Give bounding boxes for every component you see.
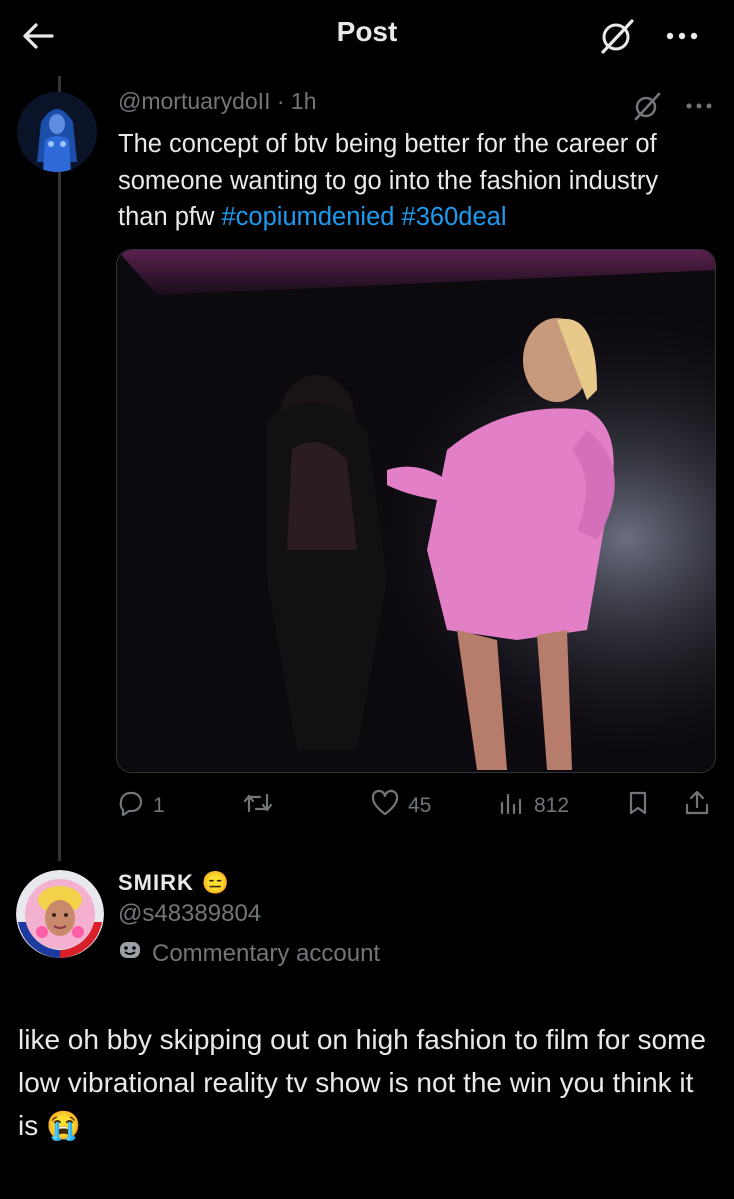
reply-button[interactable]: 1 — [117, 786, 165, 826]
post-text: The concept of btv being better for the … — [118, 126, 708, 236]
post-handle[interactable]: @mortuarydoII — [118, 88, 270, 114]
hashtag-link[interactable]: #360deal — [402, 203, 507, 231]
like-count: 45 — [408, 794, 432, 817]
post-time: 1h — [290, 88, 317, 114]
post-handle-time: @mortuarydoII · 1h — [118, 88, 317, 114]
account-label: Commentary account — [118, 938, 380, 969]
share-icon — [682, 788, 712, 824]
reply-count: 1 — [153, 794, 165, 817]
neutral-face-emoji: 😑 — [201, 870, 231, 895]
grok-icon[interactable] — [631, 90, 663, 122]
post-media-image[interactable] — [116, 249, 716, 773]
more-options-icon[interactable] — [682, 90, 716, 122]
views-icon — [498, 789, 526, 823]
repost-button[interactable] — [242, 786, 282, 826]
display-name[interactable]: SMIRK — [118, 870, 194, 896]
theater-masks-icon — [118, 938, 142, 969]
caption-text-plain: like oh bby skipping out on high fashion… — [18, 1024, 706, 1141]
bookmark-button[interactable] — [624, 786, 652, 826]
grok-icon[interactable] — [597, 16, 637, 56]
account-label-text: Commentary account — [152, 939, 381, 967]
views-count: 812 — [534, 794, 570, 817]
reply-icon — [117, 789, 145, 823]
display-name-row: SMIRK 😑 — [118, 870, 230, 896]
bookmark-icon — [624, 789, 652, 823]
avatar[interactable] — [17, 92, 97, 172]
views-button[interactable]: 812 — [498, 786, 569, 826]
crying-face-emoji: 😭 — [46, 1110, 81, 1141]
caption-text: like oh bby skipping out on high fashion… — [18, 1018, 718, 1147]
repost-icon — [242, 789, 274, 823]
more-options-icon[interactable] — [662, 16, 702, 56]
like-button[interactable]: 45 — [370, 786, 431, 826]
heart-icon — [370, 789, 400, 823]
user-handle[interactable]: @s48389804 — [118, 900, 261, 928]
share-button[interactable] — [682, 786, 712, 826]
avatar[interactable] — [16, 870, 104, 958]
thread-line — [58, 76, 61, 861]
hashtag-link[interactable]: #copiumdenied — [221, 203, 394, 231]
